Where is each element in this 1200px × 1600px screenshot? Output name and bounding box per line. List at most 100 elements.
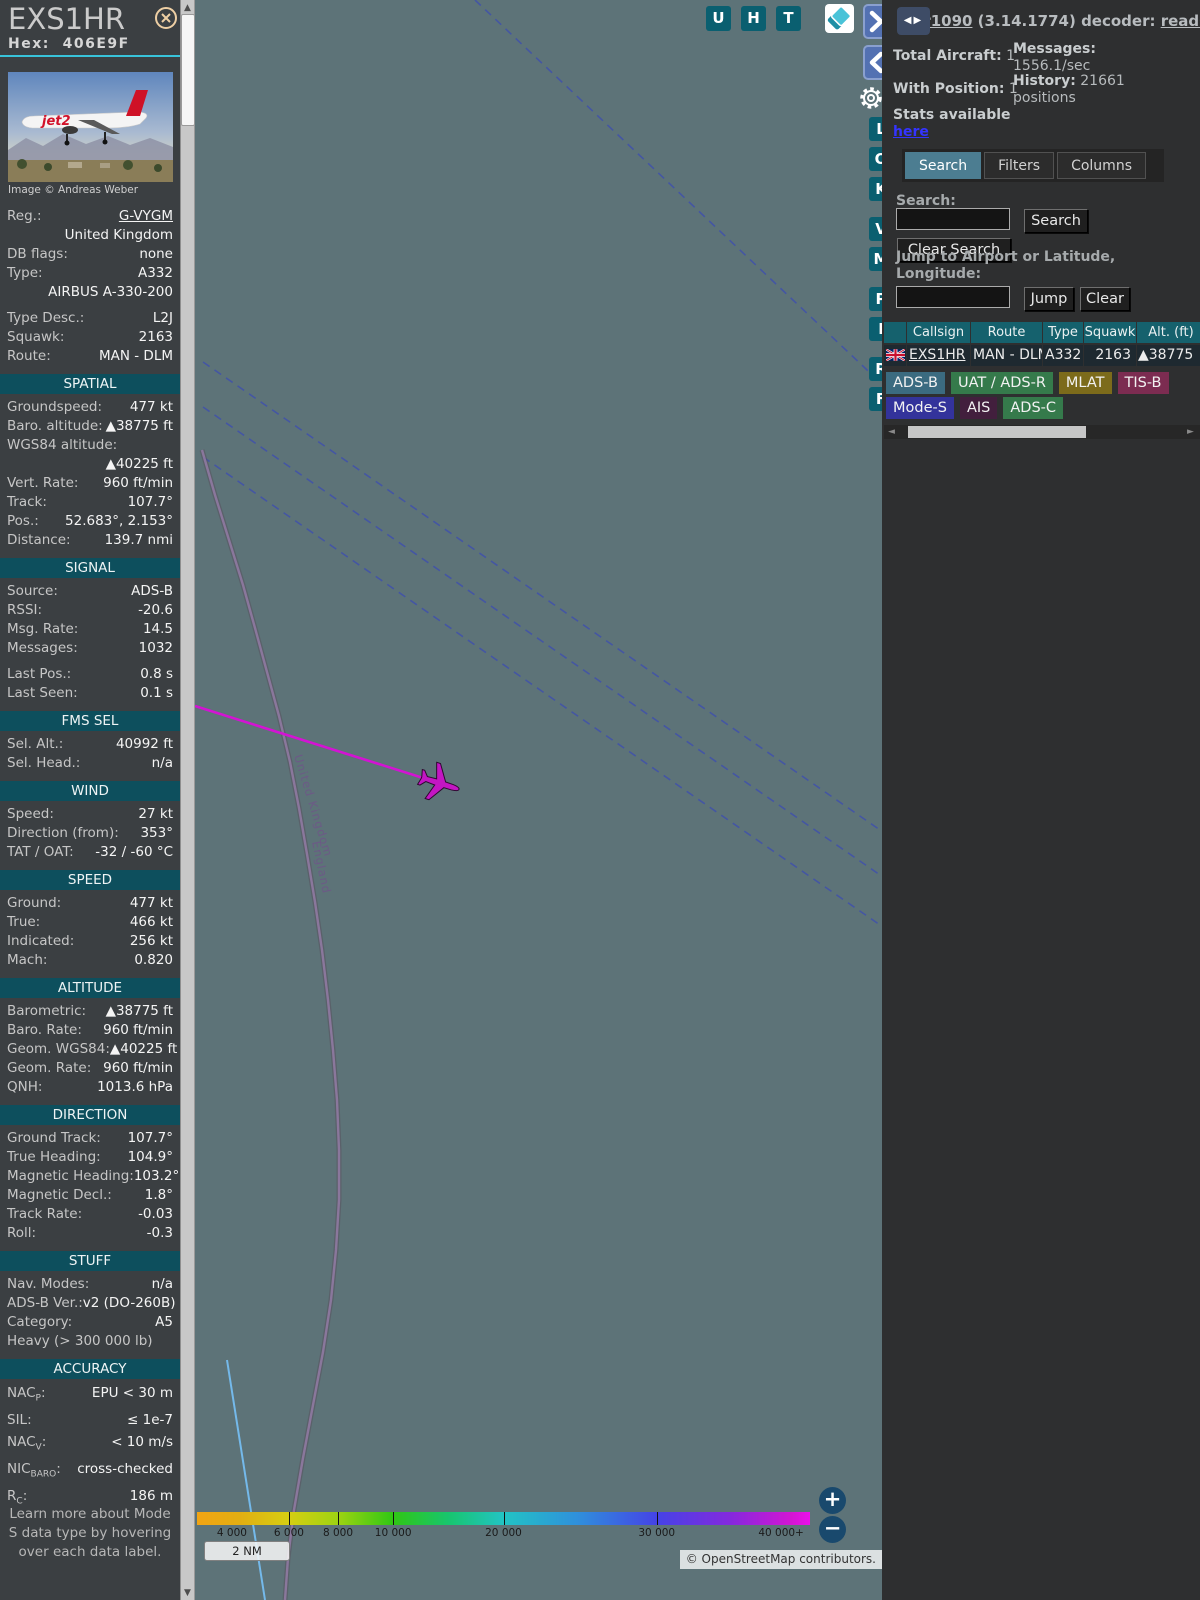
map-button-u[interactable]: U — [706, 6, 731, 31]
data-label: Vert. Rate: — [7, 475, 79, 491]
section-header-signal: SIGNAL — [0, 558, 180, 578]
photo-credit: Image © Andreas Weber — [8, 184, 139, 196]
scroll-left-icon[interactable]: ◄ — [888, 428, 895, 437]
data-value: 107.7° — [127, 1130, 173, 1146]
history-label: History: — [1013, 73, 1076, 89]
settings-button[interactable] — [857, 84, 885, 112]
data-row: Last Pos.: 0.8 s — [0, 665, 180, 684]
data-label: Barometric: — [7, 1003, 87, 1019]
scrollbar-thumb[interactable] — [181, 14, 195, 126]
zoom-out-button[interactable]: − — [819, 1516, 846, 1543]
data-label: Magnetic Heading: — [7, 1168, 134, 1184]
data-label: WGS84 altitude: — [7, 437, 118, 453]
data-row: Vert. Rate: 960 ft/min — [0, 474, 180, 493]
data-row: Roll: -0.3 — [0, 1224, 180, 1243]
data-row: NACP: EPU < 30 m — [0, 1383, 180, 1410]
close-icon[interactable] — [154, 6, 178, 30]
aircraft-table-row[interactable]: EXS1HR MAN - DLM A332 2163 ▲38775 — [884, 345, 1200, 366]
data-value: L2J — [152, 310, 173, 326]
data-row: Messages: 1032 — [0, 639, 180, 658]
data-value: ≤ 1e-7 — [127, 1412, 173, 1429]
hscrollbar-thumb[interactable] — [908, 426, 1086, 438]
layers-button[interactable] — [825, 4, 854, 33]
section-rows: Barometric: ▲38775 ft Baro. Rate: 960 ft/mi… — [0, 1002, 180, 1097]
legend-tick-label: 30 000 — [638, 1527, 676, 1539]
data-label: Sel. Alt.: — [7, 736, 64, 752]
history-stat: History: 21661 positions — [1013, 73, 1178, 107]
type-cell: A332 — [1043, 345, 1083, 366]
aircraft-photo[interactable]: jet2 — [8, 72, 173, 182]
data-label: Geom. WGS84: — [7, 1041, 110, 1057]
search-button[interactable]: Search — [1024, 209, 1088, 233]
data-row: Route: MAN - DLM — [0, 347, 180, 366]
with-position-stat: With Position: 1 — [893, 81, 1018, 98]
data-label: DB flags: — [7, 246, 68, 262]
column-header-squawk[interactable]: Squawk — [1084, 322, 1136, 343]
data-label: Sel. Head.: — [7, 755, 81, 771]
map-canvas[interactable]: United Kingdom England UHT L O K V M P I… — [194, 0, 893, 1600]
map-button-t[interactable]: T — [776, 6, 801, 31]
search-input[interactable] — [896, 208, 1010, 230]
scroll-up-icon[interactable]: ▲ — [182, 3, 193, 13]
data-value: 107.7° — [127, 494, 173, 510]
section-rows: Groundspeed: 477 kt Baro. altitude: ▲38775 … — [0, 398, 180, 550]
jump-clear-button[interactable]: Clear — [1080, 287, 1130, 311]
data-value[interactable]: G-VYGM — [42, 207, 173, 226]
data-label: ADS-B Ver.: — [7, 1295, 83, 1311]
jump-button[interactable]: Jump — [1024, 287, 1074, 311]
callsign-cell[interactable]: EXS1HR — [907, 345, 970, 366]
stats-link[interactable]: here — [893, 124, 929, 140]
map-button-h[interactable]: H — [741, 6, 766, 31]
stats-search-panel: tar1090 (3.14.1774) decoder: readsb ◀▶ T… — [882, 0, 1200, 1600]
tab-search[interactable]: Search — [905, 152, 982, 179]
data-value: ▲38775 ft — [105, 1003, 173, 1019]
data-row: Mach: 0.820 — [0, 951, 180, 970]
data-label: True: — [7, 914, 41, 930]
column-header-route[interactable]: Route — [971, 322, 1042, 343]
zoom-in-button[interactable]: + — [819, 1487, 846, 1514]
left-panel-scrollbar[interactable] — [180, 0, 195, 1600]
data-label: Squawk: — [7, 329, 65, 345]
legend-tick-line — [656, 1512, 658, 1525]
data-label: Category: — [7, 1314, 73, 1330]
decoder-link[interactable]: readsb — [1161, 12, 1200, 30]
stats-available: Stats available here — [893, 107, 1011, 141]
messages-value: 1556.1/sec — [1013, 58, 1091, 74]
data-row: Type: A332 — [0, 264, 180, 283]
aircraft-icon[interactable] — [414, 759, 465, 808]
section-header-altitude: ALTITUDE — [0, 978, 180, 998]
tab-filters[interactable]: Filters — [984, 152, 1055, 179]
data-value: 14.5 — [142, 621, 173, 637]
scroll-down-icon[interactable]: ▼ — [182, 1588, 193, 1598]
badge-row: Mode-S AIS ADS-C — [886, 397, 1175, 419]
legend-tick-label: 4 000 — [216, 1527, 247, 1539]
data-label: Reg.: — [7, 208, 42, 224]
data-row: Geom. WGS84: ▲40225 ft — [0, 1040, 180, 1059]
column-header-altft[interactable]: Alt. (ft) — [1137, 322, 1200, 343]
jump-input[interactable] — [896, 286, 1010, 308]
column-header-type[interactable]: Type — [1043, 322, 1083, 343]
data-label: Speed: — [7, 806, 54, 822]
data-label: Ground Track: — [7, 1130, 101, 1146]
data-row: Nav. Modes: n/a — [0, 1275, 180, 1294]
data-row: AIRBUS A-330-200 — [0, 283, 180, 302]
scroll-right-icon[interactable]: ► — [1187, 428, 1194, 437]
data-row: NICBARO: cross-checked — [0, 1459, 180, 1486]
data-value: cross-checked — [77, 1460, 173, 1477]
tab-columns[interactable]: Columns — [1057, 152, 1146, 179]
data-row: Distance: 139.7 nmi — [0, 531, 180, 550]
data-value: 960 ft/min — [103, 1022, 173, 1038]
stats-available-label: Stats available — [893, 107, 1011, 123]
column-header-flag[interactable] — [884, 322, 906, 343]
map-attribution[interactable]: © OpenStreetMap contributors. — [679, 1550, 882, 1569]
layers-icon — [827, 6, 852, 30]
data-label: Pos.: — [7, 513, 39, 529]
table-toggle-button[interactable]: ◀▶ — [897, 7, 930, 35]
data-row: Heavy (> 300 000 lb) — [0, 1332, 180, 1351]
legend-tick-label: 10 000 — [374, 1527, 412, 1539]
data-label: Msg. Rate: — [7, 621, 79, 637]
section-header-accuracy: ACCURACY — [0, 1359, 180, 1379]
column-header-callsign[interactable]: Callsign — [907, 322, 970, 343]
data-row: Last Seen: 0.1 s — [0, 684, 180, 703]
panel-divider — [0, 55, 180, 57]
